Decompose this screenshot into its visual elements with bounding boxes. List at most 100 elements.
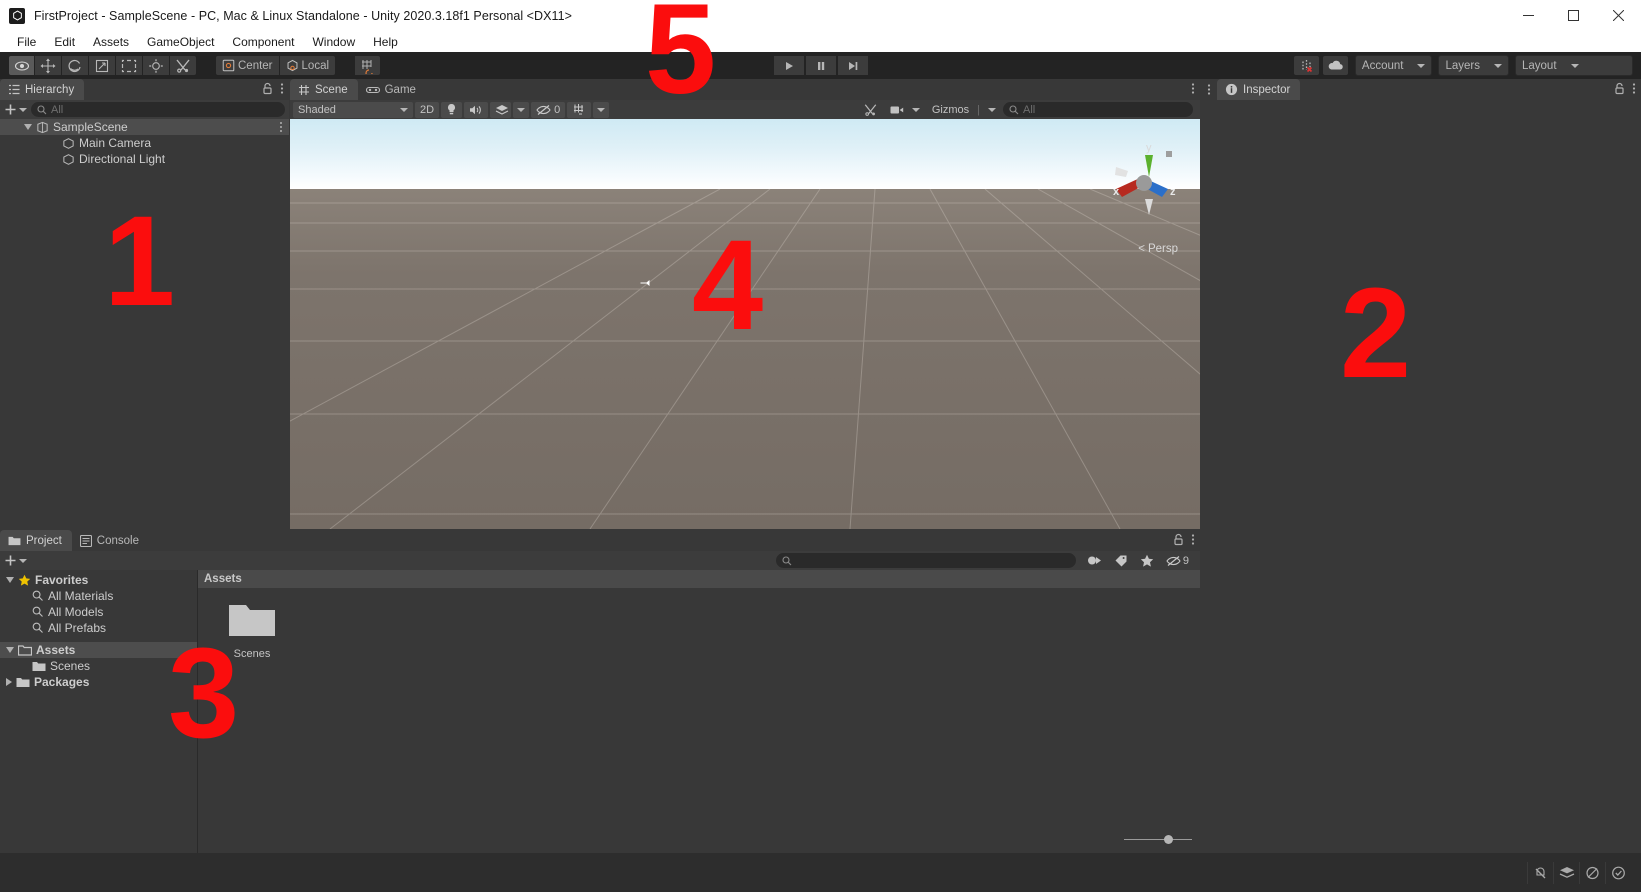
layers-dropdown[interactable]: Layers bbox=[1438, 55, 1509, 76]
project-content: Favorites All Materials All Models All P… bbox=[0, 570, 1200, 853]
effects-icon[interactable] bbox=[490, 101, 512, 118]
project-item-scenes[interactable]: Scenes bbox=[0, 658, 197, 674]
collab-off-icon[interactable] bbox=[1579, 861, 1605, 884]
grid-snap-icon[interactable] bbox=[354, 55, 382, 76]
lightbulb-icon[interactable] bbox=[441, 101, 463, 118]
effects-dropdown[interactable] bbox=[513, 101, 530, 118]
project-item-packages[interactable]: Packages bbox=[0, 674, 197, 690]
hierarchy-item-samplescene[interactable]: SampleScene bbox=[0, 119, 289, 135]
project-content-browser[interactable]: Assets Scenes bbox=[198, 570, 1200, 853]
transform-tool-icon[interactable] bbox=[143, 55, 170, 76]
toggle-2d-button[interactable]: 2D bbox=[415, 101, 440, 118]
draw-mode-label: Shaded bbox=[298, 103, 336, 116]
project-hidden-toggle[interactable]: 9 bbox=[1161, 553, 1194, 569]
tab-console[interactable]: Console bbox=[71, 530, 149, 551]
pivot-mode-button[interactable]: Center bbox=[215, 55, 280, 76]
asset-item-label: Scenes bbox=[233, 648, 271, 660]
maximize-button[interactable] bbox=[1551, 0, 1596, 31]
hidden-objects-toggle[interactable]: 0 bbox=[531, 101, 566, 118]
rect-tool-icon[interactable] bbox=[116, 55, 143, 76]
hierarchy-item-directional-light[interactable]: Directional Light bbox=[0, 151, 289, 167]
layout-dropdown[interactable]: Layout bbox=[1515, 55, 1633, 76]
cloud-icon[interactable] bbox=[1321, 55, 1349, 76]
chevron-down-icon[interactable] bbox=[24, 124, 32, 130]
scene-tab-actions bbox=[1191, 82, 1195, 95]
account-dropdown[interactable]: Account bbox=[1354, 55, 1433, 76]
close-button[interactable] bbox=[1596, 0, 1641, 31]
menu-component[interactable]: Component bbox=[223, 33, 303, 51]
audio-icon[interactable] bbox=[464, 101, 489, 118]
tab-scene[interactable]: Scene bbox=[290, 79, 358, 100]
star-icon[interactable] bbox=[1135, 553, 1159, 569]
grid-dropdown[interactable] bbox=[593, 101, 610, 118]
menu-edit[interactable]: Edit bbox=[45, 33, 84, 51]
tab-project[interactable]: Project bbox=[0, 530, 72, 551]
asset-item-scenes[interactable]: Scenes bbox=[220, 600, 284, 660]
menu-window[interactable]: Window bbox=[303, 33, 364, 51]
scene-grid-icon bbox=[299, 84, 309, 95]
project-item-all-materials[interactable]: All Materials bbox=[0, 588, 197, 604]
search-icon bbox=[32, 606, 43, 617]
unity-editor-window: FirstProject - SampleScene - PC, Mac & L… bbox=[0, 0, 1641, 892]
tab-game[interactable]: Game bbox=[357, 79, 426, 100]
menu-file[interactable]: File bbox=[8, 33, 45, 51]
play-button[interactable] bbox=[772, 55, 805, 76]
rotate-tool-icon[interactable] bbox=[62, 55, 89, 76]
hierarchy-add-button[interactable] bbox=[4, 103, 27, 116]
collab-icon[interactable] bbox=[1292, 55, 1320, 76]
project-item-assets[interactable]: Assets bbox=[0, 642, 197, 658]
menu-gameobject[interactable]: GameObject bbox=[138, 33, 223, 51]
scene-camera-icon[interactable] bbox=[885, 102, 925, 118]
minimize-button[interactable] bbox=[1506, 0, 1551, 31]
menu-assets[interactable]: Assets bbox=[84, 33, 138, 51]
scene-tools-icon[interactable] bbox=[858, 102, 883, 118]
project-search-input[interactable] bbox=[775, 553, 1076, 568]
star-icon bbox=[18, 574, 31, 586]
scene-viewport[interactable]: y x z < Persp bbox=[290, 119, 1200, 529]
project-item-all-models[interactable]: All Models bbox=[0, 604, 197, 620]
step-button[interactable] bbox=[836, 55, 869, 76]
scene-view-gizmo[interactable]: y x z bbox=[1098, 137, 1182, 233]
hierarchy-tab-actions bbox=[262, 82, 284, 95]
assets-breadcrumb: Assets bbox=[198, 570, 1200, 588]
menu-help[interactable]: Help bbox=[364, 33, 407, 51]
filter-type-icon[interactable] bbox=[1082, 553, 1107, 569]
hierarchy-search-input[interactable]: All bbox=[31, 102, 285, 117]
scene-tabbar: Scene Game bbox=[290, 79, 1200, 100]
chevron-down-icon[interactable] bbox=[6, 647, 14, 653]
slider-track bbox=[1124, 838, 1192, 840]
filter-label-icon[interactable] bbox=[1109, 553, 1133, 569]
camera-gizmo-icon[interactable] bbox=[639, 277, 653, 289]
gizmos-dropdown[interactable]: Gizmos | bbox=[927, 102, 1001, 118]
project-add-button[interactable] bbox=[4, 554, 27, 567]
move-tool-icon[interactable] bbox=[35, 55, 62, 76]
pause-button[interactable] bbox=[804, 55, 837, 76]
project-item-favorites[interactable]: Favorites bbox=[0, 572, 197, 588]
slider-knob[interactable] bbox=[1164, 834, 1173, 844]
tab-hierarchy[interactable]: Hierarchy bbox=[0, 79, 85, 100]
chevron-right-icon[interactable] bbox=[6, 678, 12, 686]
gizmos-label: Gizmos bbox=[931, 103, 970, 116]
custom-tool-icon[interactable] bbox=[170, 55, 197, 76]
tab-inspector[interactable]: Inspector bbox=[1217, 79, 1301, 100]
gameobject-icon bbox=[63, 153, 74, 165]
hierarchy-item-main-camera[interactable]: Main Camera bbox=[0, 135, 289, 151]
handle-space-button[interactable]: Local bbox=[279, 55, 337, 76]
mute-errors-icon[interactable] bbox=[1527, 861, 1553, 884]
check-circle-icon[interactable] bbox=[1605, 861, 1631, 884]
window-controls bbox=[1506, 0, 1641, 31]
asset-zoom-slider[interactable] bbox=[1124, 833, 1192, 845]
draw-mode-dropdown[interactable]: Shaded bbox=[293, 101, 413, 118]
inspector-dock-menu[interactable] bbox=[1201, 79, 1217, 100]
scene-toolbar: Shaded 2D 0 Gizmos | All bbox=[290, 100, 1200, 119]
project-item-all-prefabs[interactable]: All Prefabs bbox=[0, 620, 197, 636]
layers-stack-icon[interactable] bbox=[1553, 861, 1579, 884]
scene-search-input[interactable]: All bbox=[1003, 102, 1193, 117]
project-panel: Project Console 9 Favorites All Material… bbox=[0, 530, 1200, 853]
scale-tool-icon[interactable] bbox=[89, 55, 116, 76]
chevron-down-icon[interactable] bbox=[6, 577, 14, 583]
projection-mode-label[interactable]: < Persp bbox=[1138, 243, 1178, 255]
kebab-menu-icon bbox=[1191, 534, 1195, 545]
hand-tool-icon[interactable] bbox=[8, 55, 35, 76]
grid-icon[interactable] bbox=[567, 101, 592, 118]
